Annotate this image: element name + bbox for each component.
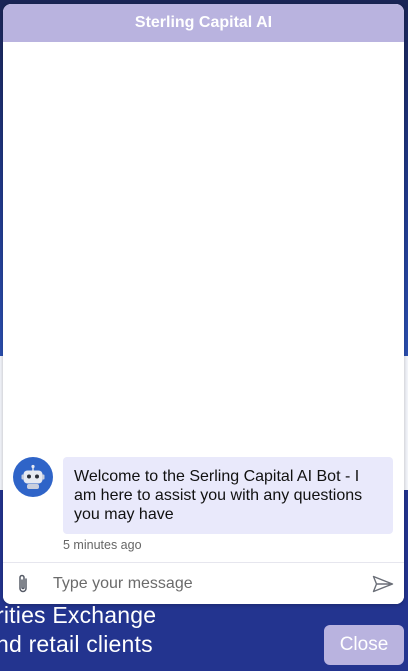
chat-header: Sterling Capital AI bbox=[3, 4, 404, 42]
message-timestamp: 5 minutes ago bbox=[63, 538, 142, 552]
close-button[interactable]: Close bbox=[324, 625, 404, 665]
send-icon[interactable] bbox=[362, 563, 404, 605]
chat-widget: Sterling Capital AI Welcome to the Serli… bbox=[3, 4, 404, 604]
background-heading-line-1: rities Exchange bbox=[0, 602, 157, 628]
paperclip-icon[interactable] bbox=[3, 563, 43, 605]
message-input[interactable] bbox=[43, 568, 362, 599]
message-list[interactable]: Welcome to the Serling Capital AI Bot - … bbox=[3, 42, 404, 562]
bot-message-bubble: Welcome to the Serling Capital AI Bot - … bbox=[63, 457, 393, 534]
robot-icon bbox=[13, 457, 53, 497]
chat-title: Sterling Capital AI bbox=[134, 14, 273, 31]
background-heading-line-2: nd retail clients bbox=[0, 631, 153, 657]
message-composer bbox=[3, 562, 404, 604]
